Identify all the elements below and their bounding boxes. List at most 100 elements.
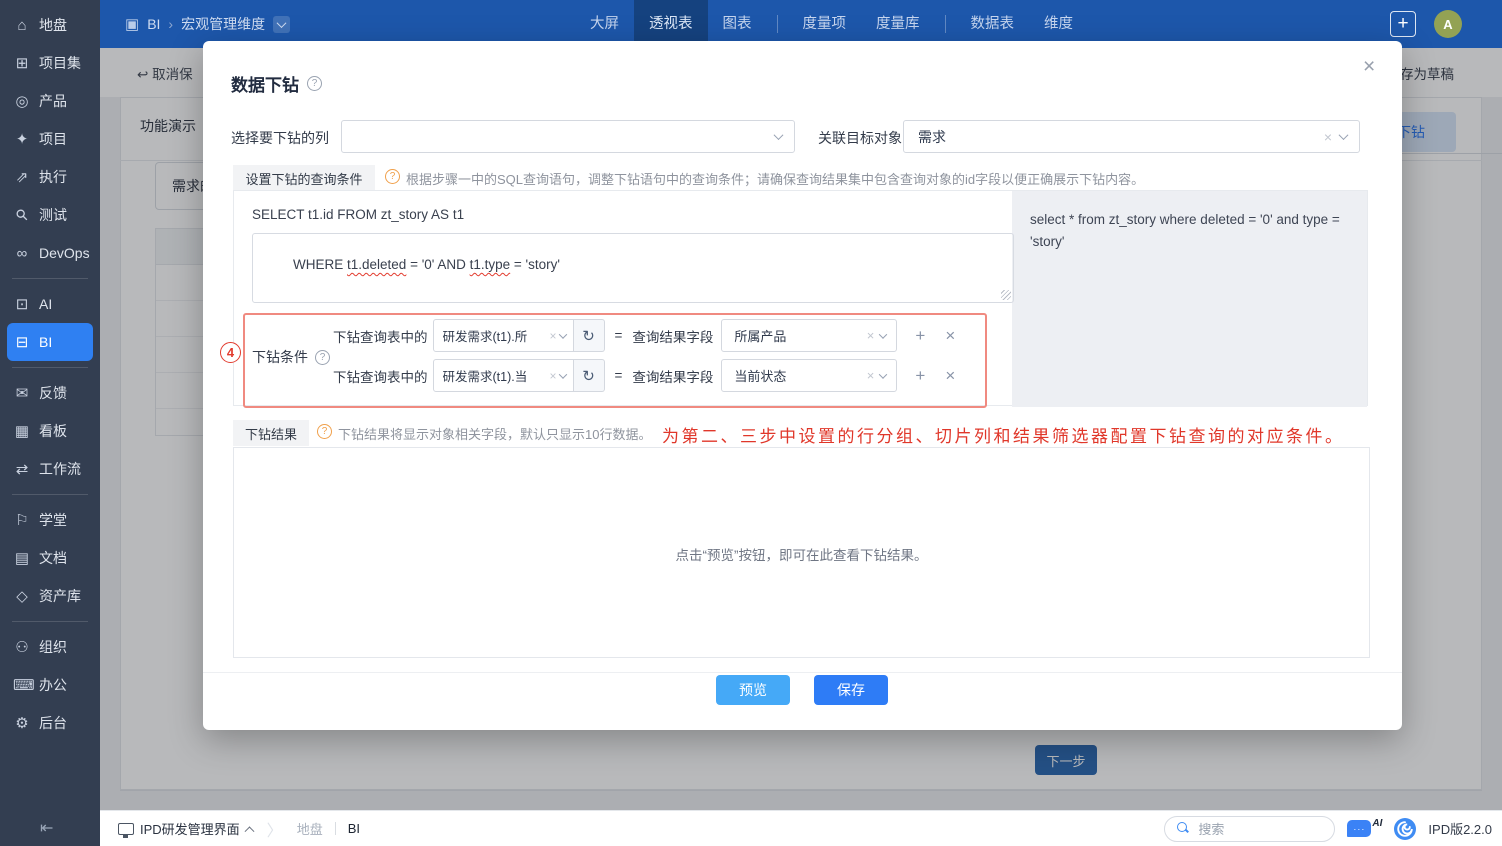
taskbar-crumb-bi[interactable]: BI [348, 821, 360, 836]
dart-icon: ⇗ [15, 169, 29, 186]
data-drill-modal: × 数据下钻 ? 选择要下钻的列 关联目标对象 需求 × 设置下钻的查询条件 ?… [203, 41, 1402, 730]
sidebar-item-kanban[interactable]: ▦ 看板 [0, 412, 100, 450]
target-object-label: 关联目标对象 [818, 130, 902, 146]
people-icon: ⚇ [15, 639, 29, 656]
sidebar-item-program[interactable]: ⊞ 项目集 [0, 44, 100, 82]
sidebar-item-project[interactable]: ✦ 项目 [0, 120, 100, 158]
clear-icon[interactable]: × [867, 368, 875, 383]
sidebar: ⌂ 地盘 ⊞ 项目集 ◎ 产品 ✦ 项目 ⇗ 执行 ⚲ 测试 ∞ DevOps ⊡ AI ⊟ BI… [0, 0, 100, 846]
sidebar-item-qa[interactable]: ⚲ 测试 [0, 196, 100, 234]
monitor-icon [118, 822, 134, 838]
chevron-down-icon[interactable] [558, 329, 567, 339]
drill-column-select[interactable] [341, 120, 795, 153]
drill-condition-row: 下钻查询表中的 研发需求(t1).所 × ↻ = 查询结果字段 所属产品 × +… [333, 319, 955, 352]
add-condition-icon[interactable]: + [915, 326, 925, 346]
document-icon: ▤ [14, 550, 30, 567]
help-icon[interactable]: ? [307, 76, 322, 91]
chevron-down-icon[interactable] [1338, 130, 1349, 141]
kanban-icon: ▦ [14, 423, 30, 440]
chart-board-icon: ⊟ [15, 334, 29, 351]
sidebar-item-devops[interactable]: ∞ DevOps [0, 234, 100, 272]
query-condition-tab[interactable]: 设置下钻的查询条件 [233, 165, 375, 191]
sidebar-item-academy[interactable]: ⚐ 学堂 [0, 501, 100, 539]
rocket-icon: ✦ [15, 131, 29, 148]
sidebar-divider [12, 278, 88, 279]
chevron-up-icon [244, 826, 255, 837]
robot-icon: ⊡ [15, 296, 29, 313]
modal-title: 数据下钻 ? [231, 71, 322, 96]
app-switcher[interactable]: IPD研发管理界面 [118, 819, 255, 838]
drill-column-label: 选择要下钻的列 [231, 130, 329, 146]
delete-condition-icon[interactable]: × [945, 326, 955, 346]
taskbar-divider [334, 822, 336, 835]
add-condition-icon[interactable]: + [915, 366, 925, 386]
breadcrumb-separator: › [168, 16, 174, 32]
sql-select-line: SELECT t1.id FROM zt_story AS t1 [252, 207, 465, 222]
chevron-down-icon[interactable] [773, 130, 784, 141]
chevron-down-icon[interactable] [879, 329, 888, 339]
add-button[interactable]: + [1390, 11, 1416, 37]
ai-assistant-button[interactable]: ··· AI [1347, 818, 1382, 837]
avatar[interactable]: A [1434, 10, 1462, 38]
bulb-icon: ◎ [15, 93, 29, 110]
sidebar-item-office[interactable]: ⌨ 办公 [0, 666, 100, 704]
breadcrumb-app[interactable]: BI [147, 16, 160, 32]
sidebar-collapse-icon[interactable]: ⇤ [40, 818, 53, 838]
drill-field-select[interactable]: 研发需求(t1).所 × [432, 319, 574, 352]
result-field-select[interactable]: 当前状态 × [721, 359, 898, 392]
preview-button[interactable]: 预览 [716, 675, 790, 705]
result-field-select[interactable]: 所属产品 × [721, 319, 898, 352]
refresh-button[interactable]: ↻ [573, 359, 605, 392]
sidebar-item-docs[interactable]: ▤ 文档 [0, 539, 100, 577]
mail-icon: ✉ [15, 385, 29, 402]
tutorial-annotation: 为第二、三步中设置的行分组、切片列和结果筛选器配置下钻查询的对应条件。 [662, 427, 1345, 446]
sidebar-divider [12, 621, 88, 622]
save-button[interactable]: 保存 [814, 675, 888, 705]
chevron-down-icon[interactable] [558, 369, 567, 379]
search-input[interactable]: 搜索 [1164, 815, 1336, 842]
sql-where-textarea[interactable]: WHERE t1.deleted = '0' AND t1.type = 'st… [252, 233, 1014, 303]
help-icon[interactable]: ? [315, 349, 330, 365]
grid-icon: ⊞ [15, 55, 29, 72]
chevron-down-icon[interactable] [879, 369, 888, 379]
drill-result-hint: ? 下钻结果将显示对象相关字段，默认只显示10行数据。 [317, 424, 651, 443]
flow-arrows-icon: ⇄ [15, 461, 29, 478]
close-icon[interactable]: × [1363, 55, 1375, 79]
sidebar-item-workflow[interactable]: ⇄ 工作流 [0, 450, 100, 488]
sidebar-item-assets[interactable]: ◇ 资产库 [0, 577, 100, 615]
sidebar-item-dipan[interactable]: ⌂ 地盘 [0, 6, 100, 44]
breadcrumb-page[interactable]: 宏观管理维度 [181, 14, 265, 34]
sidebar-item-feedback[interactable]: ✉ 反馈 [0, 374, 100, 412]
infinity-icon: ∞ [16, 244, 28, 262]
clear-icon[interactable]: × [549, 369, 556, 383]
taskbar-crumb-dipan[interactable]: 地盘 [297, 819, 323, 838]
result-empty-text: 点击“预览”按钮，即可在此查看下钻结果。 [675, 548, 928, 563]
sidebar-item-ai[interactable]: ⊡ AI [0, 285, 100, 323]
drill-field-select[interactable]: 研发需求(t1).当 × [432, 359, 574, 392]
ai-chat-icon: ··· [1347, 820, 1372, 837]
clear-icon[interactable]: × [867, 328, 875, 343]
tab-divider [776, 15, 778, 33]
bi-screen-icon: ▣ [125, 16, 140, 33]
resize-handle-icon[interactable] [1001, 290, 1011, 300]
delete-condition-icon[interactable]: × [945, 366, 955, 386]
breadcrumb-dropdown[interactable] [273, 15, 291, 33]
clear-icon[interactable]: × [549, 329, 556, 343]
zentao-logo-icon[interactable] [1394, 817, 1417, 840]
refresh-button[interactable]: ↻ [573, 319, 605, 352]
drill-condition-row: 下钻查询表中的 研发需求(t1).当 × ↻ = 查询结果字段 当前状态 × +… [333, 359, 955, 392]
sidebar-item-bi[interactable]: ⊟ BI [7, 323, 93, 361]
drill-condition-label: 下钻条件 ? [252, 347, 330, 367]
tab-divider [944, 15, 946, 33]
drill-result-tab[interactable]: 下钻结果 [233, 420, 309, 446]
sidebar-item-admin[interactable]: ⚙ 后台 [0, 704, 100, 742]
gem-icon: ◇ [16, 588, 28, 605]
sql-preview-panel: select * from zt_story where deleted = '… [1012, 191, 1367, 407]
query-condition-hint: ? 根据步骤一中的SQL查询语句，调整下钻语句中的查询条件；请确保查询结果集中包… [385, 169, 1365, 188]
sidebar-item-product[interactable]: ◎ 产品 [0, 82, 100, 120]
flag-icon: ⚐ [15, 512, 29, 529]
clear-icon[interactable]: × [1324, 129, 1332, 145]
sidebar-item-execution[interactable]: ⇗ 执行 [0, 158, 100, 196]
sidebar-item-org[interactable]: ⚇ 组织 [0, 628, 100, 666]
target-object-select[interactable]: 需求 × [903, 120, 1360, 153]
